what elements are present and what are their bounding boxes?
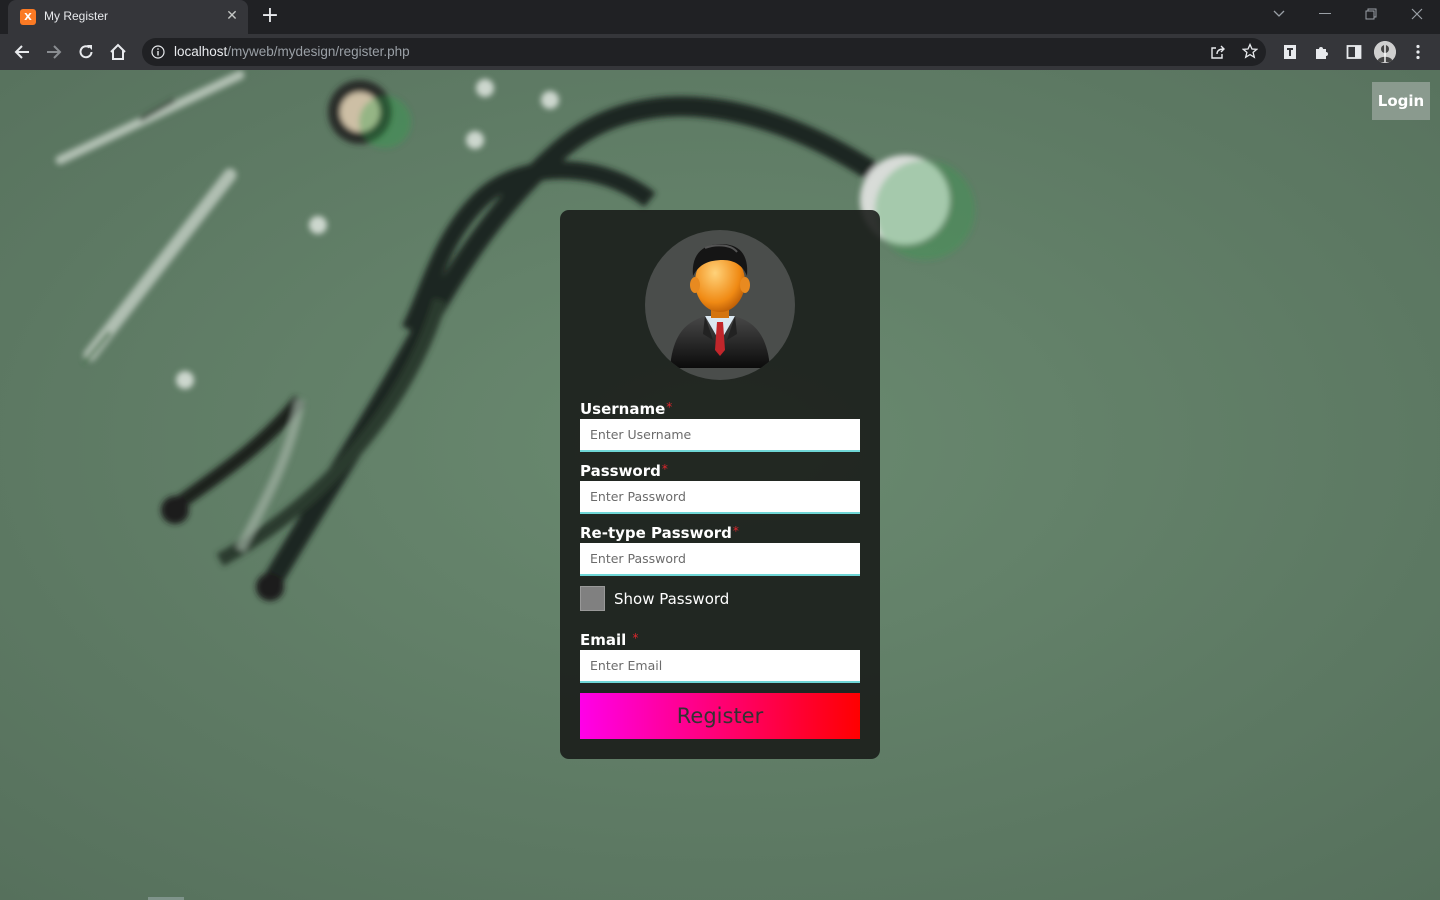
reload-icon[interactable] bbox=[74, 40, 98, 64]
email-input[interactable] bbox=[580, 650, 860, 683]
close-icon[interactable]: ✕ bbox=[224, 8, 240, 24]
required-asterisk: * bbox=[732, 524, 739, 538]
required-asterisk: * bbox=[666, 400, 673, 414]
home-icon[interactable] bbox=[106, 40, 130, 64]
reader-icon[interactable] bbox=[1278, 40, 1302, 64]
plus-icon[interactable]: + bbox=[258, 5, 282, 29]
retype-password-input[interactable] bbox=[580, 543, 860, 576]
page-viewport: Login Username* Enter Username Password*… bbox=[0, 70, 1440, 900]
profile-icon[interactable] bbox=[1374, 41, 1396, 63]
star-icon[interactable] bbox=[1241, 42, 1259, 63]
user-avatar-image bbox=[645, 230, 795, 380]
browser-tab-strip: X My Register ✕ + bbox=[0, 0, 1440, 34]
close-window-icon[interactable] bbox=[1403, 4, 1431, 24]
login-button[interactable]: Login bbox=[1372, 82, 1430, 120]
share-icon[interactable] bbox=[1210, 44, 1226, 64]
required-asterisk: * bbox=[632, 631, 639, 645]
tab-search-icon[interactable] bbox=[1265, 4, 1293, 24]
address-bar[interactable]: localhost/myweb/mydesign/register.php bbox=[142, 38, 1266, 66]
password-label: Password* bbox=[580, 462, 668, 480]
register-button[interactable]: Register bbox=[580, 693, 860, 739]
retype-password-label: Re-type Password* bbox=[580, 524, 739, 542]
show-password-label[interactable]: Show Password bbox=[614, 590, 729, 608]
restore-icon[interactable] bbox=[1357, 4, 1385, 24]
email-label: Email * bbox=[580, 631, 639, 649]
minimize-icon[interactable] bbox=[1311, 4, 1339, 24]
password-input[interactable] bbox=[580, 481, 860, 514]
back-icon[interactable] bbox=[10, 40, 34, 64]
info-icon[interactable] bbox=[151, 44, 165, 63]
tab-title: My Register bbox=[44, 9, 109, 23]
sidebar-icon[interactable] bbox=[1342, 40, 1366, 64]
username-input[interactable] bbox=[580, 419, 860, 452]
browser-toolbar: localhost/myweb/mydesign/register.php bbox=[0, 34, 1440, 70]
extensions-icon[interactable] bbox=[1310, 40, 1334, 64]
required-asterisk: * bbox=[661, 462, 668, 476]
show-password-checkbox[interactable] bbox=[580, 586, 605, 611]
register-form-card: Username* Password* Re-type Password* Sh… bbox=[560, 210, 880, 759]
forward-icon[interactable] bbox=[42, 40, 66, 64]
url-text[interactable]: localhost/myweb/mydesign/register.php bbox=[174, 44, 410, 59]
username-label: Username* bbox=[580, 400, 673, 418]
xampp-favicon-icon: X bbox=[20, 9, 36, 25]
browser-tab[interactable]: X My Register ✕ bbox=[8, 0, 248, 34]
menu-icon[interactable] bbox=[1406, 40, 1430, 64]
